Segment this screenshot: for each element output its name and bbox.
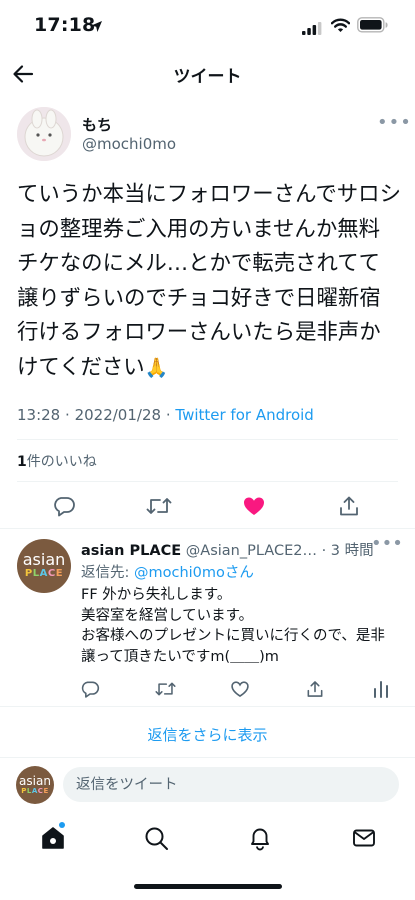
divider	[0, 757, 415, 758]
reply-retweet-button[interactable]	[151, 675, 179, 703]
retweet-icon	[146, 498, 172, 514]
likes-label: 件のいいね	[26, 454, 97, 470]
reply-line: 美容室を経営しています。	[81, 607, 254, 624]
meta-separator: ·	[65, 406, 70, 424]
author-name[interactable]: もち	[82, 114, 112, 135]
tab-notifications[interactable]	[246, 824, 274, 852]
divider	[0, 706, 415, 707]
divider	[0, 528, 415, 529]
home-icon	[42, 827, 64, 849]
tweet-source-link[interactable]: Twitter for Android	[175, 406, 313, 424]
retweet-button[interactable]	[145, 492, 173, 520]
reply-input[interactable]	[63, 767, 399, 802]
replying-to: 返信先: @mochi0moさん	[81, 561, 254, 582]
reply-text: FF 外から失礼します。 美容室を経営しています。 お客様へのプレゼントに買いに…	[81, 585, 401, 667]
cellular-signal-icon	[302, 20, 322, 39]
reply-author-handle[interactable]: @Asian_PLACE2…	[186, 543, 317, 559]
tweet-actions	[0, 489, 415, 523]
reply-header: asian PLACE @Asian_PLACE2… · 3 時間	[81, 539, 401, 560]
tab-bar	[0, 812, 415, 864]
replying-to-mention[interactable]: @mochi0moさん	[134, 565, 254, 581]
reply-separator: ·	[321, 543, 327, 559]
reply-button[interactable]	[50, 492, 78, 520]
reply-line: FF 外から失礼します。	[81, 587, 232, 603]
tweet-text: ていうか本当にフォロワーさんでサロショの整理券ご入用の方いませんか無料チケなのに…	[17, 178, 401, 385]
reply-time: 3 時間	[330, 543, 374, 559]
reply-icon	[54, 497, 75, 517]
notifications-icon	[251, 828, 269, 851]
share-icon	[307, 681, 323, 697]
replying-to-label: 返信先:	[81, 565, 134, 581]
tweet-date: 2022/01/28	[74, 406, 162, 424]
share-icon	[340, 496, 358, 516]
page-title: ツイート	[173, 67, 242, 87]
reply-avatar[interactable]: asian PLACE	[17, 539, 71, 593]
like-button[interactable]	[240, 492, 268, 520]
search-icon	[145, 827, 168, 850]
more-icon[interactable]: •••	[377, 112, 412, 133]
home-indicator	[134, 884, 282, 889]
tweet-meta: 13:28 · 2022/01/28 · Twitter for Android	[17, 406, 314, 424]
retweet-icon	[154, 682, 176, 696]
avatar-text-top: asian	[19, 773, 51, 788]
tab-home[interactable]	[39, 822, 67, 852]
user-avatar[interactable]: asian PLACE	[16, 766, 54, 804]
author-handle[interactable]: @mochi0mo	[82, 135, 176, 153]
likes-number: 1	[17, 454, 27, 470]
heart-icon	[244, 497, 264, 515]
status-bar: 17:18	[0, 0, 415, 50]
folded-hands-emoji: 🙏	[144, 356, 169, 379]
battery-icon	[357, 17, 388, 37]
meta-separator: ·	[165, 406, 171, 424]
nav-header: ツイート	[0, 50, 415, 98]
reply-actions	[0, 675, 415, 701]
divider	[17, 439, 398, 440]
avatar-text-bottom: PLACE	[21, 786, 49, 795]
reply-like-button[interactable]	[226, 675, 254, 703]
home-notification-dot	[59, 822, 65, 828]
avatar-text-top: asian	[22, 550, 66, 569]
reply-line: お客様へのプレゼントに買いに行くので、是非	[81, 628, 385, 644]
analytics-icon	[374, 681, 388, 698]
messages-icon	[353, 829, 375, 847]
status-time: 17:18	[34, 14, 96, 36]
reply-composer: asian PLACE	[0, 760, 415, 812]
likes-count[interactable]: 1件のいいね	[17, 451, 97, 471]
reply-line: 譲って頂きたいですm(＿＿)m	[81, 648, 279, 665]
analytics-button[interactable]	[367, 675, 395, 703]
author-avatar[interactable]	[17, 107, 71, 161]
tweet-time: 13:28	[17, 406, 61, 424]
reply-more-icon[interactable]: •••	[371, 533, 403, 554]
divider	[17, 481, 398, 482]
reply-icon	[81, 681, 100, 698]
share-button[interactable]	[335, 492, 363, 520]
reply-share-button[interactable]	[301, 675, 329, 703]
reply-reply-button[interactable]	[76, 675, 104, 703]
tab-messages[interactable]	[350, 824, 378, 852]
tweet-body: ていうか本当にフォロワーさんでサロショの整理券ご入用の方いませんか無料チケなのに…	[17, 182, 401, 380]
reply-author-name[interactable]: asian PLACE	[81, 543, 181, 559]
heart-icon	[231, 681, 249, 698]
show-more-replies-link[interactable]: 返信をさらに表示	[0, 724, 415, 745]
wifi-icon	[330, 18, 351, 37]
tab-search[interactable]	[142, 824, 170, 852]
avatar-text-bottom: PLACE	[24, 568, 64, 579]
location-arrow-icon	[90, 18, 103, 37]
